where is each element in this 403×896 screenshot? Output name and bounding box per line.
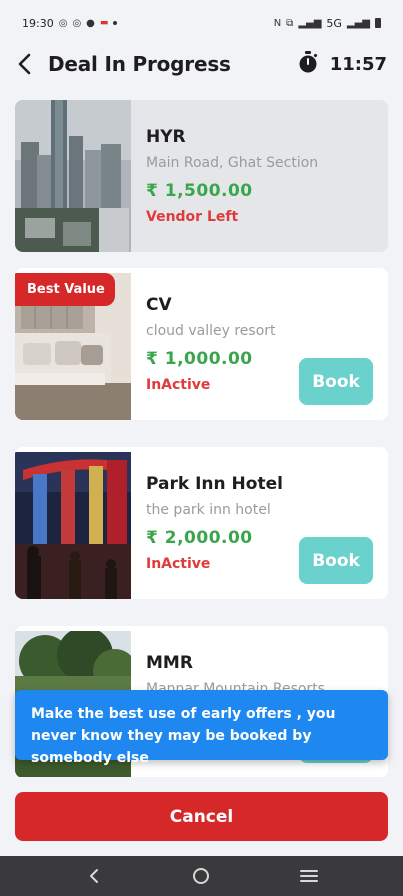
system-nav-bar: [0, 856, 403, 896]
city-skyline-photo: [15, 100, 131, 252]
deal-card[interactable]: Best Value CV cloud valley resort ₹ 1,00…: [15, 268, 388, 420]
whatsapp-business-icon: ◎: [72, 17, 82, 29]
deal-price: ₹ 1,500.00: [146, 181, 253, 201]
early-offer-toast: Make the best use of early offers , you …: [15, 690, 388, 766]
deal-name: HYR: [146, 127, 186, 147]
deal-name: MMR: [146, 653, 193, 673]
deal-name: Park Inn Hotel: [146, 474, 283, 494]
night-towers-photo: [15, 452, 131, 599]
signal-icon: ▂▄▆: [298, 17, 322, 29]
battery-icon: [375, 18, 381, 28]
status-right: N ⧉ ▂▄▆ 5G ▂▄▆: [274, 17, 381, 30]
page-title: Deal In Progress: [48, 52, 231, 76]
deal-info: MMR Mannar Mountain Resorts: [146, 626, 376, 698]
deal-address: cloud valley resort: [146, 323, 276, 339]
deal-card[interactable]: HYR Main Road, Ghat Section ₹ 1,500.00 V…: [15, 100, 388, 252]
deal-address: Main Road, Ghat Section: [146, 155, 319, 171]
deal-status: Vendor Left: [146, 209, 239, 225]
header-left: Deal In Progress: [14, 52, 231, 76]
timer-value: 11:57: [329, 53, 387, 75]
back-arrow-icon[interactable]: [14, 52, 34, 76]
status-bar: 19:30 ◎ ◎ ● ▬ N ⧉ ▂▄▆ 5G ▂▄▆: [0, 0, 403, 46]
status-time: 19:30: [22, 16, 54, 30]
chat-icon: ●: [86, 17, 95, 29]
app-header: Deal In Progress 11:57: [0, 46, 403, 82]
book-button[interactable]: Book: [299, 358, 373, 405]
stopwatch-icon: [298, 50, 318, 78]
nav-home-icon[interactable]: [181, 856, 221, 896]
whatsapp-icon: ◎: [58, 17, 68, 29]
deal-name: CV: [146, 295, 172, 315]
deal-address: the park inn hotel: [146, 502, 271, 518]
nfc-icon: N: [273, 17, 282, 29]
deal-info: HYR Main Road, Ghat Section ₹ 1,500.00 V…: [146, 100, 376, 227]
wifi-calling-icon: ⧉: [286, 17, 294, 29]
deal-card[interactable]: Park Inn Hotel the park inn hotel ₹ 2,00…: [15, 447, 388, 599]
network-type: 5G: [326, 16, 342, 30]
cancel-button[interactable]: Cancel: [15, 792, 388, 841]
deal-list[interactable]: HYR Main Road, Ghat Section ₹ 1,500.00 V…: [15, 100, 388, 777]
book-button[interactable]: Book: [299, 537, 373, 584]
app-notification-icon: ▬: [99, 18, 109, 28]
nav-recents-icon[interactable]: [289, 856, 329, 896]
signal-2-icon: ▂▄▆: [346, 17, 370, 29]
countdown-timer: 11:57: [298, 50, 387, 78]
status-left: 19:30 ◎ ◎ ● ▬: [22, 16, 118, 30]
best-value-badge: Best Value: [15, 273, 115, 306]
nav-back-icon[interactable]: [74, 856, 114, 896]
more-notifications-dot-icon: [113, 21, 118, 25]
